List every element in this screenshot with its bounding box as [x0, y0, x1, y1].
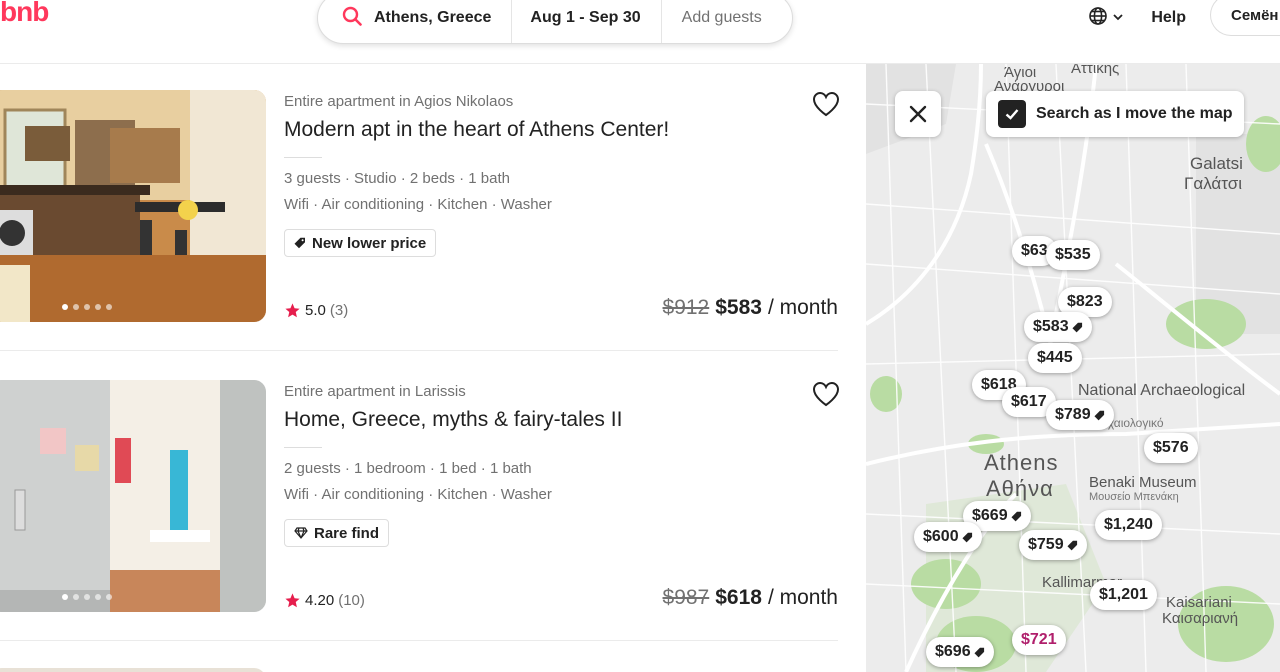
current-price: $583 [715, 296, 762, 319]
map-label: Αττικής [1071, 64, 1120, 77]
price-pin[interactable]: $1,240 [1095, 510, 1162, 540]
price-tag-icon [294, 237, 305, 249]
price-period: / month [767, 296, 838, 319]
map-label: Kaisariani [1166, 594, 1232, 611]
price-tag-icon [1011, 511, 1021, 521]
price-pin[interactable]: $583 [1024, 312, 1092, 342]
listing-rating: 4.20 (10) [284, 592, 365, 609]
price-pin-label: $759 [1028, 536, 1064, 553]
search-location-text: Athens, Greece [374, 9, 492, 26]
language-selector[interactable] [1088, 6, 1123, 31]
search-guests[interactable]: Add guests [662, 0, 762, 43]
map-label: Καισαριανή [1162, 610, 1239, 627]
current-price: $618 [715, 586, 762, 609]
price-pin-label: $789 [1055, 406, 1091, 423]
diamond-icon [294, 527, 308, 539]
price-pin[interactable]: $759 [1019, 530, 1087, 560]
search-location[interactable]: Athens, Greece [318, 0, 513, 43]
user-menu[interactable]: Семён [1210, 0, 1280, 36]
close-map-button[interactable] [895, 91, 941, 137]
chevron-down-icon [1113, 9, 1123, 27]
star-icon [285, 303, 300, 318]
price-tag-icon [962, 532, 972, 542]
price-pin[interactable]: $789 [1046, 400, 1114, 430]
divider [284, 157, 322, 158]
price-pin-label: $669 [972, 507, 1008, 524]
map-label: Αθήνα [986, 476, 1054, 501]
divider [0, 640, 838, 641]
search-as-move-toggle[interactable]: Search as I move the map [986, 91, 1244, 137]
listing-type: Entire apartment in Agios Nikolaos [284, 93, 514, 110]
review-count: (3) [329, 302, 349, 319]
checkbox[interactable] [998, 100, 1026, 128]
price-pin-label: $696 [935, 643, 971, 660]
search-dates[interactable]: Aug 1 - Sep 30 [512, 0, 662, 43]
checkmark-icon [1005, 109, 1019, 120]
search-icon [342, 6, 362, 31]
star-icon [285, 593, 300, 608]
rating-score: 4.20 [305, 592, 335, 609]
listing-card[interactable]: Entire apartment in Agios Nikolaos Moder… [0, 64, 840, 354]
map-label: Benaki Museum [1089, 474, 1197, 491]
price-pin[interactable]: $1,201 [1090, 580, 1157, 610]
original-price: $912 [662, 296, 710, 319]
price-pin[interactable]: $696 [926, 637, 994, 667]
listing-card[interactable]: Entire apartment in Larissis Home, Greec… [0, 354, 840, 644]
original-price: $987 [662, 586, 710, 609]
price-pin[interactable]: $535 [1046, 240, 1100, 270]
logo[interactable]: bnb [0, 0, 49, 28]
listing-amenities: Wifi · Air conditioning · Kitchen · Wash… [284, 196, 552, 213]
heart-icon[interactable] [812, 91, 840, 122]
listing-price: $987 $618 / month [663, 586, 838, 610]
price-pin[interactable]: $576 [1144, 433, 1198, 463]
map-label: Γαλάτσι [1184, 174, 1243, 193]
heart-icon[interactable] [812, 381, 840, 412]
listing-badge-label: Rare find [314, 524, 380, 542]
price-tag-icon [1094, 410, 1104, 420]
listing-badge-label: New lower price [312, 234, 427, 252]
listing-badge: Rare find [284, 519, 390, 547]
listing-photo [0, 668, 266, 672]
price-pin-label: $600 [923, 528, 959, 545]
close-icon [909, 105, 927, 123]
price-period: / month [767, 586, 838, 609]
review-count: (10) [338, 592, 365, 609]
price-pin[interactable]: $600 [914, 522, 982, 552]
listing-title[interactable]: Home, Greece, myths & fairy-tales II [284, 408, 622, 432]
rating-score: 5.0 [305, 302, 326, 319]
globe-icon [1088, 6, 1108, 31]
price-pin[interactable]: $445 [1028, 343, 1082, 373]
photo-carousel-dots[interactable] [62, 594, 112, 600]
map-label: Athens [984, 450, 1059, 475]
map[interactable]: Άγιοι Αττικής Ανάργυροι Galatsi Γαλάτσι … [866, 64, 1280, 672]
photo-carousel-dots[interactable] [62, 304, 112, 310]
help-link[interactable]: Help [1151, 9, 1186, 27]
divider [284, 447, 322, 448]
listing-info: 2 guests · 1 bedroom · 1 bed · 1 bath [284, 460, 532, 477]
listing-info: 3 guests · Studio · 2 beds · 1 bath [284, 170, 510, 187]
listing-title[interactable]: Modern apt in the heart of Athens Center… [284, 118, 669, 142]
search-bar[interactable]: Athens, Greece Aug 1 - Sep 30 Add guests [317, 0, 793, 44]
price-pin-label: $583 [1033, 318, 1069, 335]
listing-badge: New lower price [284, 229, 437, 257]
map-label: Galatsi [1190, 154, 1243, 173]
header: bnb Athens, Greece Aug 1 - Sep 30 Add gu… [0, 0, 1280, 64]
listing-photo[interactable] [0, 380, 266, 612]
map-label: National Archaeological [1078, 382, 1246, 399]
listing-price: $912 $583 / month [663, 296, 838, 320]
search-as-move-label: Search as I move the map [1036, 105, 1233, 122]
price-tag-icon [974, 647, 984, 657]
price-pin[interactable]: $721 [1012, 625, 1066, 655]
listing-amenities: Wifi · Air conditioning · Kitchen · Wash… [284, 486, 552, 503]
listing-photo[interactable] [0, 90, 266, 322]
listing-results: Entire apartment in Agios Nikolaos Moder… [0, 64, 866, 672]
map-label: Μουσείο Μπενάκη [1089, 491, 1179, 503]
price-tag-icon [1067, 540, 1077, 550]
price-tag-icon [1072, 322, 1082, 332]
listing-type: Entire apartment in Larissis [284, 383, 466, 400]
divider [0, 350, 838, 351]
listing-rating: 5.0 (3) [284, 302, 348, 319]
